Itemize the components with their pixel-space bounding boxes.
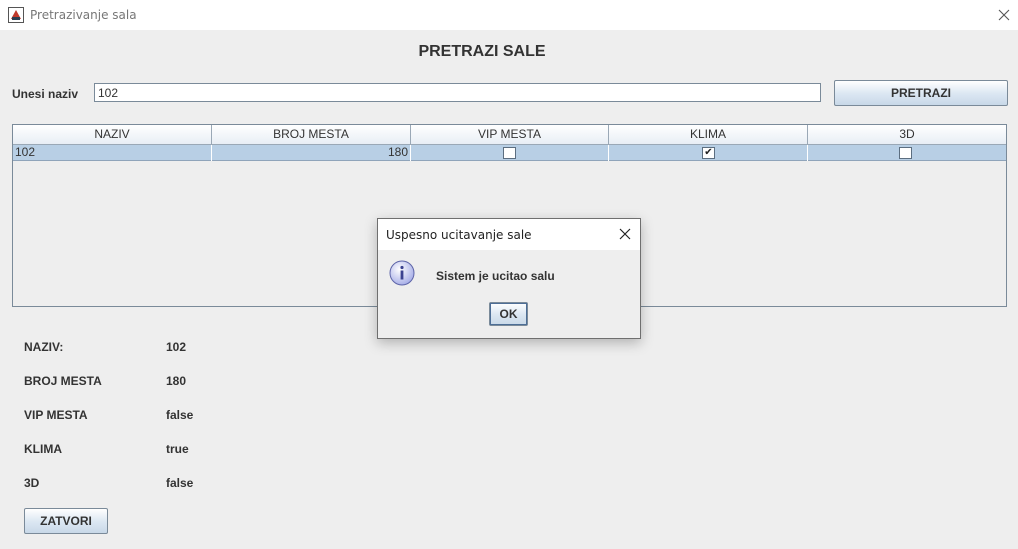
window-title: Pretrazivanje sala — [30, 8, 137, 22]
message-dialog: Uspesno ucitavanje sale Sistem je ucitao… — [377, 218, 641, 339]
detail-value-3d: false — [166, 476, 194, 490]
detail-label-naziv: NAZIV: — [24, 340, 64, 354]
dialog-message: Sistem je ucitao salu — [436, 269, 555, 283]
search-label: Unesi naziv — [12, 87, 79, 101]
column-header-naziv[interactable]: NAZIV — [13, 125, 212, 145]
window-title-bar: Pretrazivanje sala — [0, 0, 1018, 30]
detail-value-klima: true — [166, 442, 189, 456]
3d-checkbox[interactable] — [899, 147, 912, 159]
column-header-vip-mesta[interactable]: VIP MESTA — [411, 125, 609, 145]
dialog-title-bar: Uspesno ucitavanje sale — [378, 219, 640, 250]
detail-value-naziv: 102 — [166, 340, 187, 354]
cell-vip-mesta — [411, 145, 609, 161]
column-header-3d[interactable]: 3D — [808, 125, 1006, 145]
dialog-title: Uspesno ucitavanje sale — [386, 228, 532, 242]
detail-value-vip-mesta: false — [166, 408, 194, 422]
ok-button[interactable]: OK — [489, 302, 528, 326]
detail-label-klima: KLIMA — [24, 442, 62, 456]
info-icon — [389, 260, 415, 286]
cell-3d — [808, 145, 1006, 161]
detail-label-vip-mesta: VIP MESTA — [24, 408, 88, 422]
vip-mesta-checkbox[interactable] — [503, 147, 516, 159]
detail-label-broj-mesta: BROJ MESTA — [24, 374, 102, 388]
column-header-broj-mesta[interactable]: BROJ MESTA — [212, 125, 411, 145]
table-row[interactable]: 102 180 ✔ — [13, 145, 1006, 161]
cell-klima: ✔ — [609, 145, 808, 161]
search-input[interactable] — [94, 83, 821, 102]
search-button[interactable]: PRETRAZI — [834, 80, 1008, 106]
cell-naziv: 102 — [13, 145, 212, 161]
detail-label-3d: 3D — [24, 476, 40, 490]
close-icon[interactable] — [996, 7, 1012, 23]
java-app-icon — [8, 7, 24, 23]
cell-broj-mesta: 180 — [212, 145, 411, 161]
column-header-klima[interactable]: KLIMA — [609, 125, 808, 145]
detail-value-broj-mesta: 180 — [166, 374, 187, 388]
ok-button-label: OK — [490, 303, 527, 325]
close-button[interactable]: ZATVORI — [24, 508, 108, 534]
close-icon[interactable] — [618, 227, 632, 241]
klima-checkbox[interactable]: ✔ — [702, 147, 715, 159]
table-header: NAZIV BROJ MESTA VIP MESTA KLIMA 3D — [13, 125, 1006, 145]
page-title: PRETRAZI SALE — [418, 43, 546, 60]
